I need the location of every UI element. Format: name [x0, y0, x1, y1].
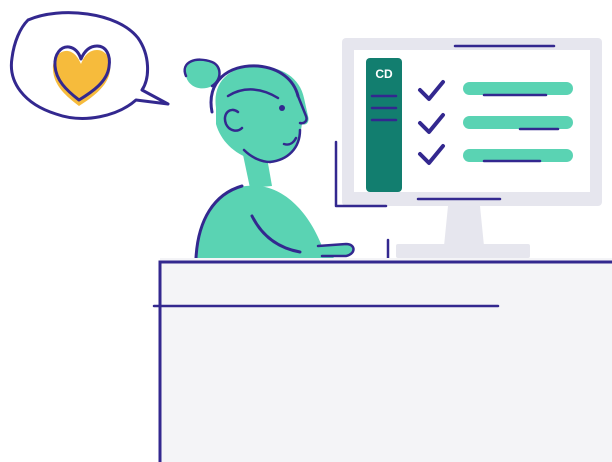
person — [183, 58, 355, 260]
illustration-scene: CD — [0, 0, 612, 462]
desk — [152, 258, 612, 462]
screen-logo: CD — [375, 67, 393, 81]
person-eye — [279, 105, 285, 111]
screen-sidebar: CD — [366, 58, 402, 192]
illustration-svg: CD — [9, 11, 612, 462]
